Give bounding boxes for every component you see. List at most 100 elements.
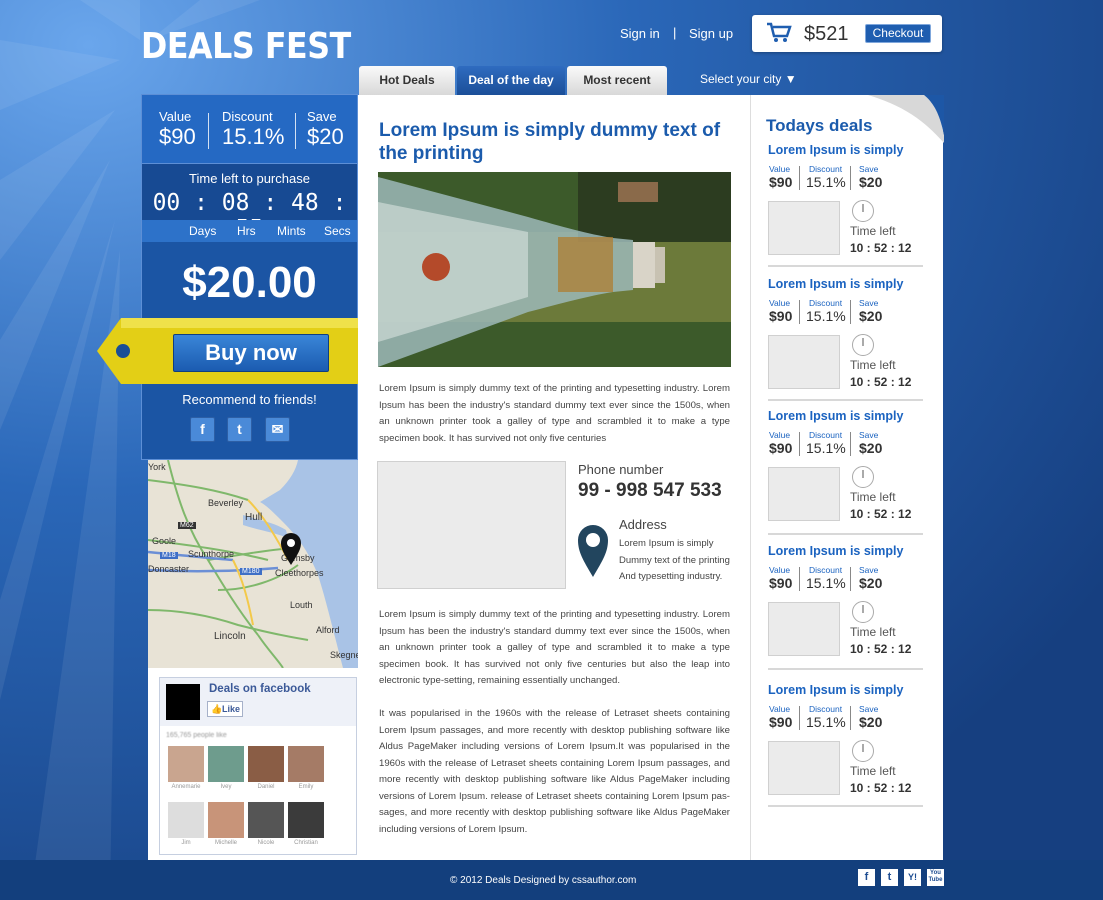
address-text: Lorem Ipsum is simply Dummy text of the …: [619, 536, 730, 586]
divider: [799, 166, 800, 190]
tab-most-recent[interactable]: Most recent: [567, 66, 667, 95]
fb-like-button[interactable]: 👍 Like: [207, 701, 243, 717]
map-label: Hull: [245, 512, 263, 523]
fb-fan-avatar[interactable]: [248, 746, 284, 782]
map-label: M180: [240, 568, 262, 575]
address-line: Lorem Ipsum is simply: [619, 538, 714, 549]
fb-fan-avatar[interactable]: [288, 802, 324, 838]
fb-fan-avatar[interactable]: [208, 802, 244, 838]
deal-value-label: Value: [769, 430, 791, 440]
time-left-value: 10 : 52 : 12: [850, 642, 912, 656]
unit-seconds: Secs: [324, 224, 351, 238]
time-left-label: Time left: [850, 764, 896, 778]
deal-thumbnail[interactable]: [768, 335, 840, 389]
facebook-icon[interactable]: f: [858, 869, 875, 886]
todays-deal-item[interactable]: Lorem Ipsum is simply Value $90 Discount…: [768, 681, 928, 811]
divider: [850, 300, 851, 324]
deal-stats: Value $90 Discount 15.1% Save $20: [141, 94, 358, 164]
map-label: M18: [160, 552, 178, 559]
deal-value: $90: [769, 174, 793, 190]
deal-thumbnail[interactable]: [768, 741, 840, 795]
city-selector[interactable]: Select your city ▼: [700, 72, 797, 86]
fb-fan-name: Michelle: [214, 840, 237, 846]
todays-deal-title[interactable]: Lorem Ipsum is simply: [768, 409, 903, 423]
deal-discount-label: Discount: [809, 565, 843, 575]
clock-icon: [852, 601, 874, 623]
todays-deal-title[interactable]: Lorem Ipsum is simply: [768, 143, 903, 157]
fb-page-title[interactable]: Deals on facebook: [209, 683, 311, 695]
page-curl: [868, 95, 944, 143]
deal-discount-label: Discount: [809, 298, 843, 308]
deal-save-label: Save: [859, 164, 879, 174]
map-label: Goole: [152, 536, 177, 546]
map-pin-icon[interactable]: [280, 532, 302, 566]
deal-value-label: Value: [769, 704, 791, 714]
countdown-timer: Time left to purchase 00 : 08 : 48 : 55: [141, 164, 358, 242]
fb-fan-avatar[interactable]: [288, 746, 324, 782]
fb-fan-avatar[interactable]: [168, 802, 204, 838]
timer-units: Days Hrs Mints Secs: [141, 220, 358, 242]
map-label: Lincoln: [214, 631, 246, 642]
sign-up-link[interactable]: Sign up: [689, 26, 733, 41]
cart-icon[interactable]: [766, 22, 792, 44]
clock-icon: [852, 466, 874, 488]
fb-fan-avatar[interactable]: [248, 802, 284, 838]
location-map[interactable]: York Beverley Hull Goole M62 M18 Scuntho…: [148, 460, 358, 668]
deal-details-more: It was popularised in the 1960s with the…: [379, 708, 730, 835]
time-left-value: 10 : 52 : 12: [850, 241, 912, 255]
value-stat: Value $90: [159, 109, 196, 150]
yahoo-icon[interactable]: Y!: [904, 869, 921, 886]
todays-deal-item[interactable]: Lorem Ipsum is simply Value $90 Discount…: [768, 141, 928, 271]
todays-deal-title[interactable]: Lorem Ipsum is simply: [768, 683, 903, 697]
save-stat: Save $20: [307, 109, 344, 150]
fb-fan-avatar[interactable]: [168, 746, 204, 782]
divider: [850, 432, 851, 456]
sign-in-link[interactable]: Sign in: [620, 26, 660, 41]
deal-details: Lorem Ipsum is simply dummy text of the …: [379, 609, 730, 686]
deal-discount-label: Discount: [809, 704, 843, 714]
map-label: York: [148, 462, 166, 472]
fb-fan-name: Emily: [298, 784, 314, 790]
divider: [850, 706, 851, 730]
tab-hot-deals[interactable]: Hot Deals: [359, 66, 455, 95]
deal-price: $20.00: [182, 258, 317, 307]
deal-value-label: Value: [769, 164, 791, 174]
time-left-value: 10 : 52 : 12: [850, 507, 912, 521]
checkout-button[interactable]: Checkout: [865, 24, 931, 43]
deal-save: $20: [859, 440, 883, 456]
deal-thumbnail[interactable]: [768, 201, 840, 255]
divider: [208, 113, 209, 149]
map-label: Alford: [316, 625, 340, 635]
divider: [295, 113, 296, 149]
todays-deal-item[interactable]: Lorem Ipsum is simply Value $90 Discount…: [768, 542, 928, 672]
deal-thumbnail[interactable]: [768, 602, 840, 656]
discount-label: Discount: [222, 109, 273, 124]
todays-deals-title: Todays deals: [766, 116, 873, 135]
facebook-share-icon[interactable]: f: [190, 417, 215, 442]
facebook-widget: Deals on facebook 👍 Like 165,765 people …: [159, 677, 357, 855]
tab-deal-of-the-day[interactable]: Deal of the day: [457, 66, 565, 95]
buy-now-button[interactable]: Buy now: [173, 334, 329, 372]
email-share-icon[interactable]: ✉: [265, 417, 290, 442]
fb-fan-avatar[interactable]: [208, 746, 244, 782]
deal-title[interactable]: Lorem Ipsum is simply dummy text of the …: [379, 119, 739, 165]
clock-icon: [852, 200, 874, 222]
deal-value: $90: [769, 575, 793, 591]
deal-discount: 15.1%: [806, 174, 846, 190]
deal-divider: [768, 265, 923, 267]
deal-save-label: Save: [859, 430, 879, 440]
thumbs-up-icon: 👍: [211, 704, 223, 714]
time-left-value: 10 : 52 : 12: [850, 375, 912, 389]
time-left-value: 10 : 52 : 12: [850, 781, 912, 795]
logo[interactable]: DEALS FEST: [141, 26, 351, 67]
todays-deal-title[interactable]: Lorem Ipsum is simply: [768, 277, 903, 291]
todays-deal-item[interactable]: Lorem Ipsum is simply Value $90 Discount…: [768, 407, 928, 537]
twitter-icon[interactable]: t: [881, 869, 898, 886]
todays-deal-title[interactable]: Lorem Ipsum is simply: [768, 544, 903, 558]
todays-deal-item[interactable]: Lorem Ipsum is simply Value $90 Discount…: [768, 275, 928, 405]
deal-thumbnail[interactable]: [768, 467, 840, 521]
map-label: Scunthorpe: [188, 549, 235, 559]
divider: [799, 432, 800, 456]
youtube-icon[interactable]: You Tube: [927, 869, 944, 886]
twitter-share-icon[interactable]: t: [227, 417, 252, 442]
